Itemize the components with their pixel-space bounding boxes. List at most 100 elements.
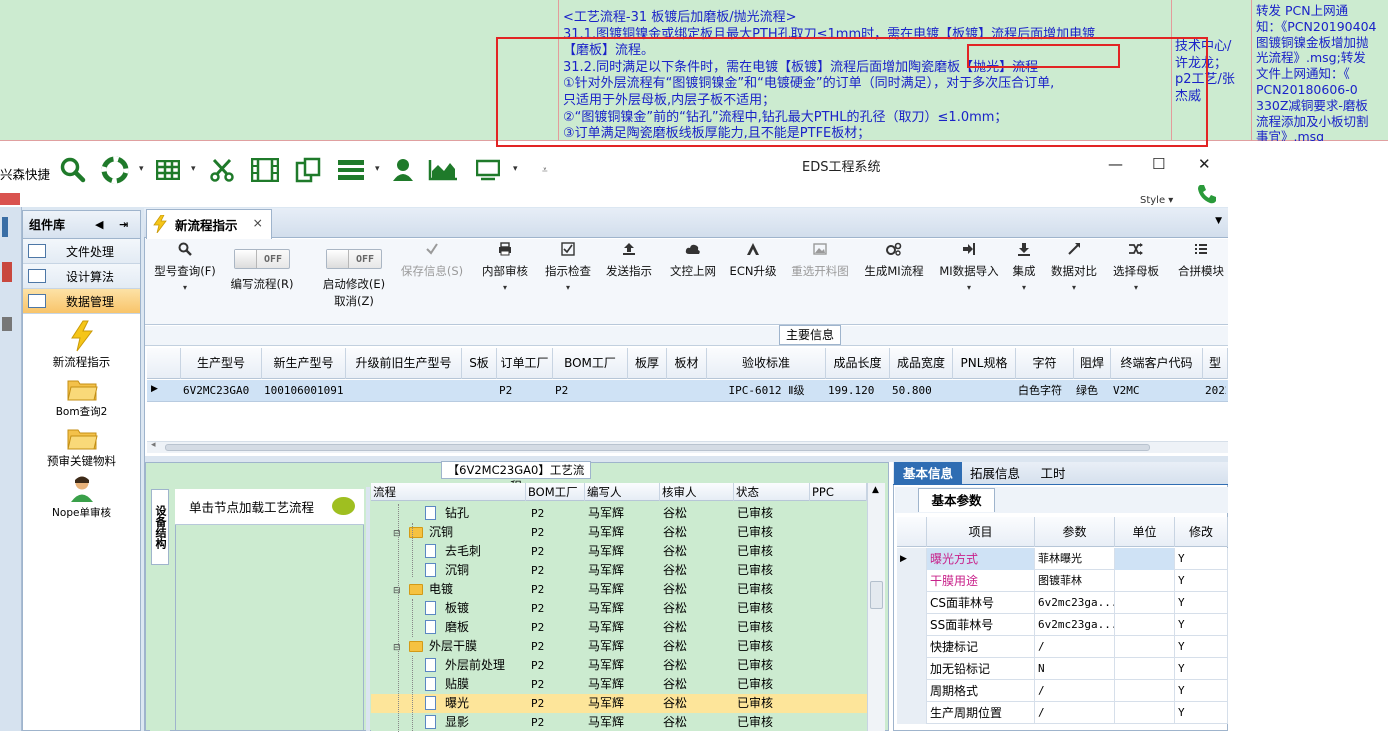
server-side-icon[interactable] <box>2 262 12 282</box>
param-unit[interactable] <box>1115 680 1175 702</box>
ribbon-button-3[interactable]: 保存信息(S) <box>394 239 470 325</box>
tree-column-header[interactable]: BOM工厂 <box>526 483 585 501</box>
param-value[interactable]: 图镀菲林 <box>1035 570 1115 592</box>
grid-cell[interactable]: 50.800 <box>892 380 951 402</box>
column-header[interactable]: 订单工厂 <box>497 348 553 379</box>
param-unit[interactable] <box>1115 702 1175 724</box>
ribbon-button-7[interactable]: 文控上网 <box>665 239 721 325</box>
paste-icon[interactable] <box>295 156 321 184</box>
scroll-up-icon[interactable]: ▲ <box>872 485 879 495</box>
param-item[interactable]: 曝光方式 <box>927 548 1035 570</box>
toggle-switch[interactable]: OFF <box>326 249 382 269</box>
param-value[interactable]: N <box>1035 658 1115 680</box>
menu-data-management[interactable]: 数据管理 <box>23 289 140 314</box>
column-header[interactable]: 终端客户代码 <box>1111 348 1203 379</box>
minimize-button[interactable]: — <box>1108 155 1123 173</box>
grid-cell[interactable] <box>464 380 495 402</box>
dropdown-arrow-icon[interactable]: ▾ <box>183 283 187 292</box>
style-menu[interactable]: Style ▾ <box>1140 195 1173 206</box>
ribbon-button-15[interactable]: 合拼模块 <box>1175 239 1227 325</box>
tree-column-header[interactable]: 编写人 <box>585 483 660 501</box>
grid-cell[interactable]: P2 <box>499 380 551 402</box>
menu-file-processing[interactable]: 文件处理 <box>23 239 140 264</box>
ribbon-button-4[interactable]: 内部审核 ▾ <box>476 239 534 325</box>
param-value[interactable]: 6v2mc23ga... <box>1035 614 1115 636</box>
param-editable[interactable]: Y <box>1175 680 1228 702</box>
tool-bom-query[interactable]: Bom查询2 <box>23 376 140 419</box>
param-value[interactable]: / <box>1035 680 1115 702</box>
grid-cell[interactable]: 199.120 <box>828 380 888 402</box>
monitor-dropdown-icon[interactable]: ▾ <box>513 164 518 174</box>
search-icon[interactable] <box>60 156 86 184</box>
ribbon-button-13[interactable]: 数据对比 ▾ <box>1048 239 1100 325</box>
vscroll-thumb[interactable] <box>870 581 883 609</box>
param-column-header[interactable]: 项目 <box>927 517 1035 547</box>
param-editable[interactable]: Y <box>1175 636 1228 658</box>
dropdown-arrow-icon[interactable]: ▾ <box>566 283 570 292</box>
param-unit[interactable] <box>1115 614 1175 636</box>
tab-new-process-instruction[interactable]: 新流程指示 × <box>146 209 272 239</box>
grid-cell[interactable]: 2022 <box>1205 380 1226 402</box>
tree-row[interactable]: 曝光 P2 马军辉 谷松 已审核 <box>371 694 867 713</box>
user-icon[interactable] <box>392 156 414 184</box>
param-item[interactable]: CS面菲林号 <box>927 592 1035 614</box>
param-unit[interactable] <box>1115 548 1175 570</box>
column-header[interactable]: PNL规格 <box>953 348 1016 379</box>
ribbon-button-9[interactable]: 重选开料图 <box>785 239 855 325</box>
grid-icon[interactable] <box>156 156 180 184</box>
dropdown-arrow-icon[interactable]: ▾ <box>503 283 507 292</box>
grid-cell[interactable]: 10010600109190 <box>264 380 344 402</box>
tree-row[interactable]: 贴膜 P2 马军辉 谷松 已审核 <box>371 675 867 694</box>
tree-row[interactable]: 去毛刺 P2 马军辉 谷松 已审核 <box>371 542 867 561</box>
hscroll-thumb[interactable] <box>165 444 1150 451</box>
grid-cell[interactable] <box>669 380 705 402</box>
customize-icon[interactable]: ⩡ <box>542 165 548 176</box>
menu-side-icon[interactable] <box>2 217 8 237</box>
ribbon-button-0[interactable]: 型号查询(F) ▾ <box>147 239 223 325</box>
ribbon-button-10[interactable]: 生成MI流程 <box>860 239 928 325</box>
param-row[interactable]: 加无铅标记 N Y <box>897 658 1228 680</box>
column-header[interactable]: 成品长度 <box>826 348 890 379</box>
tree-separator[interactable] <box>366 487 370 731</box>
column-header[interactable]: 型 <box>1203 348 1228 379</box>
param-column-header[interactable]: 单位 <box>1115 517 1175 547</box>
maximize-button[interactable]: ☐ <box>1152 155 1165 173</box>
ribbon-button-6[interactable]: 发送指示 <box>601 239 657 325</box>
ribbon-button-12[interactable]: 集成 ▾ <box>1010 239 1038 325</box>
tree-row[interactable]: 显影 P2 马军辉 谷松 已审核 <box>371 713 867 732</box>
toggle-switch[interactable]: OFF <box>234 249 290 269</box>
param-item[interactable]: 生产周期位置 <box>927 702 1035 724</box>
param-row[interactable]: 干膜用途 图镀菲林 Y <box>897 570 1228 592</box>
tree-row[interactable]: 板镀 P2 马军辉 谷松 已审核 <box>371 599 867 618</box>
grid-dropdown-icon[interactable]: ▾ <box>191 164 196 174</box>
tree-row[interactable]: ⊟ 电镀 P2 马军辉 谷松 已审核 <box>371 580 867 599</box>
collapse-icon[interactable]: ⊟ <box>393 529 401 539</box>
process-tree-vscroll[interactable]: ▲ <box>867 483 885 731</box>
dropdown-arrow-icon[interactable]: ▾ <box>1022 283 1026 292</box>
grid-cell[interactable]: IPC-6012 Ⅱ级 <box>709 380 824 402</box>
red-side-icon[interactable] <box>0 193 20 205</box>
param-value[interactable]: 菲林曝光 <box>1035 548 1115 570</box>
param-item[interactable]: 周期格式 <box>927 680 1035 702</box>
main-info-hscroll[interactable]: ◂ <box>147 440 1228 453</box>
tree-column-header[interactable]: 状态 <box>734 483 810 501</box>
tool-key-material-review[interactable]: 预审关键物料 <box>23 425 140 469</box>
collapse-icon[interactable]: ⊟ <box>393 586 401 596</box>
collapse-icon[interactable]: ⊟ <box>393 643 401 653</box>
grid-cell[interactable]: P2 <box>555 380 626 402</box>
tab-close-button[interactable]: × <box>253 215 263 230</box>
ribbon-button-5[interactable]: 指示检查 ▾ <box>540 239 596 325</box>
tree-row[interactable]: 沉铜 P2 马军辉 谷松 已审核 <box>371 561 867 580</box>
param-editable[interactable]: Y <box>1175 548 1228 570</box>
scroll-left-icon[interactable]: ◂ <box>151 440 156 450</box>
param-row[interactable]: 周期格式 / Y <box>897 680 1228 702</box>
column-header[interactable]: 验收标准 <box>707 348 826 379</box>
param-row[interactable]: SS面菲林号 6v2mc23ga... Y <box>897 614 1228 636</box>
param-value[interactable]: / <box>1035 702 1115 724</box>
ribbon-button-8[interactable]: ECN升级 <box>728 239 778 325</box>
tree-row[interactable]: 钻孔 P2 马军辉 谷松 已审核 <box>371 504 867 523</box>
param-column-header[interactable]: 参数 <box>1035 517 1115 547</box>
param-unit[interactable] <box>1115 570 1175 592</box>
tree-row[interactable]: 磨板 P2 马军辉 谷松 已审核 <box>371 618 867 637</box>
tree-column-header[interactable]: 流程 <box>371 483 526 501</box>
